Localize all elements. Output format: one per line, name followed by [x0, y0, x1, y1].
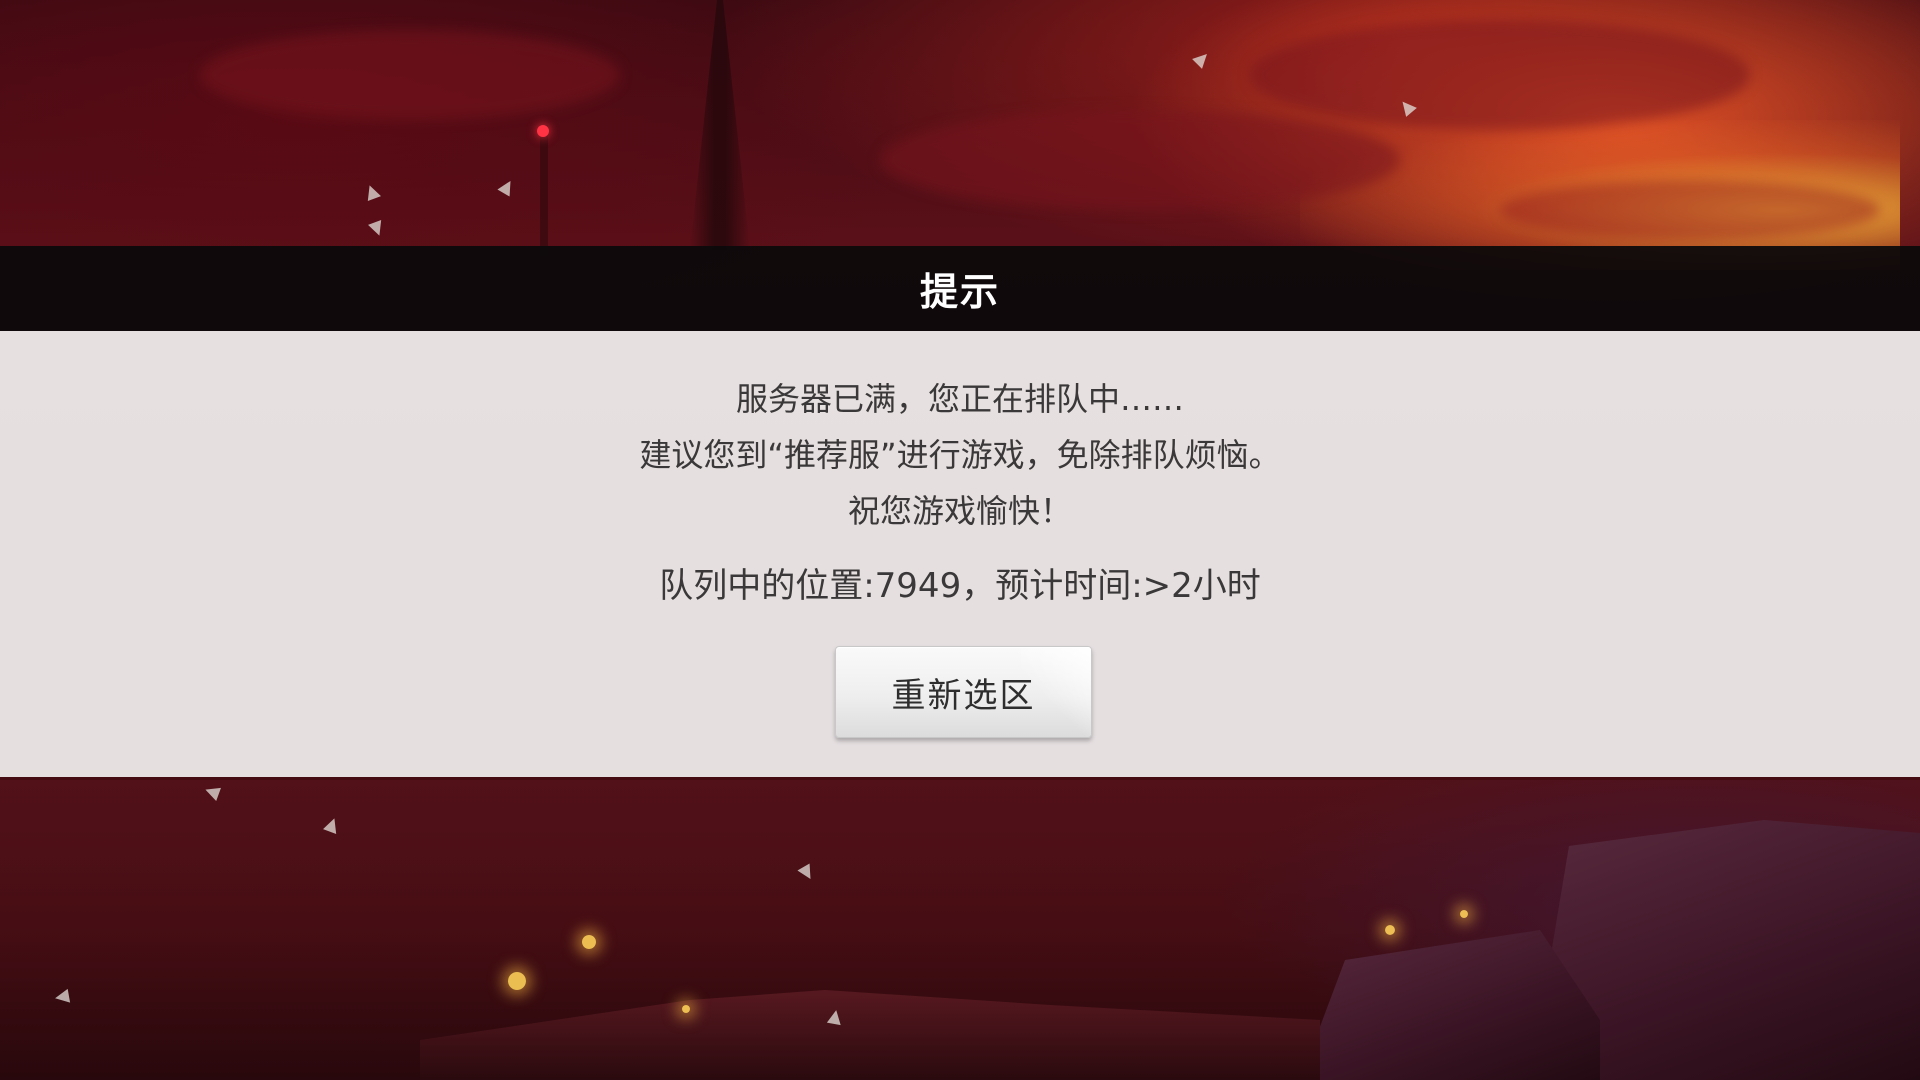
ember-spark [582, 935, 596, 949]
game-background: 提示 服务器已满，您正在排队中…… 建议您到“推荐服”进行游戏，免除排队烦恼。 … [0, 0, 1920, 1080]
reselect-server-label: 重新选区 [891, 675, 1036, 716]
queue-position-text: 队列中的位置:7949，预计时间:>2小时 [659, 566, 1261, 606]
message-line-recommend: 建议您到“推荐服”进行游戏，免除排队烦恼。 [639, 436, 1281, 474]
message-line-greeting: 祝您游戏愉快！ [847, 492, 1072, 530]
ember-spark [508, 972, 526, 990]
dialog-body: 服务器已满，您正在排队中…… 建议您到“推荐服”进行游戏，免除排队烦恼。 祝您游… [0, 331, 1920, 777]
dialog-title-bar: 提示 [0, 246, 1920, 331]
ember-spark [682, 1005, 690, 1013]
ember-spark [1385, 925, 1395, 935]
radio-tower [690, 0, 750, 250]
floating-shard [1192, 49, 1212, 69]
antenna-pole [540, 125, 548, 255]
floating-shard [368, 220, 386, 238]
cloud [1500, 180, 1880, 240]
reselect-server-button[interactable]: 重新选区 [835, 646, 1092, 738]
cloud [880, 110, 1400, 210]
antenna-light [537, 125, 549, 137]
dialog-title: 提示 [919, 270, 1000, 314]
message-line-server-full: 服务器已满，您正在排队中…… [735, 380, 1184, 418]
floating-shard [53, 988, 71, 1006]
cloud [1250, 20, 1750, 130]
floating-shard [497, 177, 517, 197]
queue-message: 服务器已满，您正在排队中…… 建议您到“推荐服”进行游戏，免除排队烦恼。 祝您游… [0, 371, 1920, 539]
cloud [200, 30, 620, 120]
floating-shard [826, 1008, 844, 1026]
ember-spark [1460, 910, 1468, 918]
floating-shard [363, 183, 381, 201]
